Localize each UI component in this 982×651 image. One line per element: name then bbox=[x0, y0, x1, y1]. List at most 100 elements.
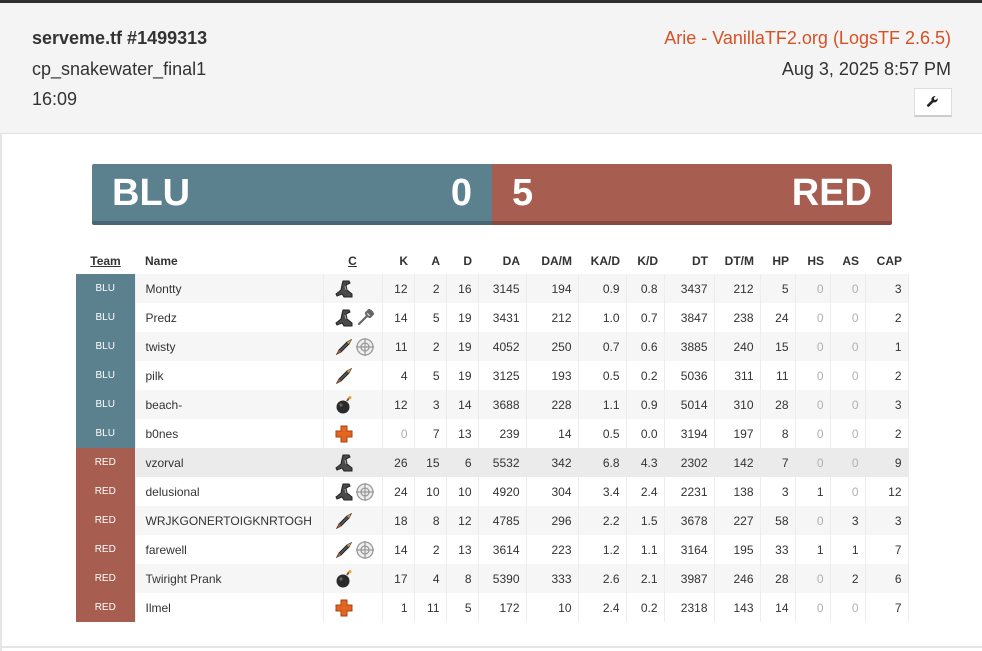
stat-hp: 7 bbox=[759, 448, 795, 477]
stat-kad: 0.5 bbox=[577, 419, 626, 448]
col-header-kad[interactable]: KA/D bbox=[578, 245, 626, 274]
stat-da: 172 bbox=[477, 593, 526, 622]
col-header-class[interactable]: C bbox=[323, 245, 382, 274]
blu-team-label: BLU bbox=[112, 172, 191, 214]
stat-k: 0 bbox=[381, 419, 414, 448]
table-row: RED delusional 24 10 10 4920 304 3.4 2.4 2231 138 3… bbox=[76, 477, 909, 506]
stat-kd: 0.2 bbox=[625, 361, 664, 390]
stat-cap: 3 bbox=[864, 506, 909, 535]
stat-as: 3 bbox=[829, 506, 865, 535]
stat-kd: 0.8 bbox=[625, 274, 664, 303]
log-meta: Arie - VanillaTF2.org (LogsTF 2.6.5) Aug… bbox=[664, 27, 951, 80]
player-name[interactable]: Twiright Prank bbox=[134, 564, 323, 593]
col-header-airshots[interactable]: AS bbox=[830, 245, 865, 274]
scout-class-icon bbox=[334, 279, 354, 299]
col-header-headshots[interactable]: HS bbox=[795, 245, 830, 274]
stat-hs: 1 bbox=[794, 477, 830, 506]
player-classes bbox=[322, 274, 382, 303]
stat-d: 13 bbox=[445, 535, 478, 564]
stat-cap: 2 bbox=[864, 303, 909, 332]
stat-dam: 250 bbox=[525, 332, 578, 361]
stat-a: 7 bbox=[413, 419, 446, 448]
col-header-kills[interactable]: K bbox=[382, 245, 414, 274]
red-score-panel: 5 RED bbox=[492, 164, 892, 225]
player-name[interactable]: twisty bbox=[134, 332, 323, 361]
stat-k: 11 bbox=[381, 332, 414, 361]
player-classes bbox=[322, 506, 382, 535]
table-row: RED Twiright Prank 17 4 8 5390 333 2.6 2.1 3987 24… bbox=[76, 564, 909, 593]
table-row: BLU pilk 4 5 19 3125 193 0.5 0.2 5036 311 11 0 0 2 bbox=[76, 361, 909, 390]
col-header-name[interactable]: Name bbox=[135, 245, 323, 274]
stat-k: 14 bbox=[381, 535, 414, 564]
col-header-dt-per-min[interactable]: DT/M bbox=[714, 245, 760, 274]
stat-a: 2 bbox=[413, 332, 446, 361]
stat-a: 4 bbox=[413, 564, 446, 593]
player-name[interactable]: delusional bbox=[134, 477, 323, 506]
col-header-damage-taken[interactable]: DT bbox=[664, 245, 714, 274]
stat-cap: 1 bbox=[864, 332, 909, 361]
stat-kad: 3.4 bbox=[577, 477, 626, 506]
player-name[interactable]: farewell bbox=[134, 535, 323, 564]
table-row: RED farewell 14 2 13 3614 223 1.2 1.1 3164 195 33 1 1… bbox=[76, 535, 909, 564]
stat-dtm: 142 bbox=[713, 448, 760, 477]
col-header-deaths[interactable]: D bbox=[446, 245, 478, 274]
stat-kad: 1.0 bbox=[577, 303, 626, 332]
col-header-team[interactable]: Team bbox=[76, 245, 135, 274]
stat-kd: 0.0 bbox=[625, 419, 664, 448]
player-name[interactable]: Ilmel bbox=[134, 593, 323, 622]
scoreboard: BLU 0 5 RED bbox=[92, 164, 892, 225]
log-date: Aug 3, 2025 8:57 PM bbox=[781, 59, 951, 79]
stat-hp: 5 bbox=[759, 274, 795, 303]
col-header-assists[interactable]: A bbox=[414, 245, 446, 274]
player-name[interactable]: pilk bbox=[134, 361, 323, 390]
stat-da: 3614 bbox=[477, 535, 526, 564]
stat-da: 3431 bbox=[477, 303, 526, 332]
player-name[interactable]: Predz bbox=[134, 303, 323, 332]
soldier-class-icon bbox=[334, 511, 354, 531]
stat-dam: 10 bbox=[525, 593, 578, 622]
stat-k: 1 bbox=[381, 593, 414, 622]
player-classes bbox=[322, 419, 382, 448]
col-header-damage[interactable]: DA bbox=[478, 245, 526, 274]
player-name[interactable]: WRJKGONERTOIGKNRTOGH bbox=[134, 506, 323, 535]
stat-cap: 9 bbox=[864, 448, 909, 477]
stat-k: 14 bbox=[381, 303, 414, 332]
stat-dam: 193 bbox=[525, 361, 578, 390]
col-header-health[interactable]: HP bbox=[760, 245, 795, 274]
player-classes bbox=[322, 564, 382, 593]
stat-da: 4920 bbox=[477, 477, 526, 506]
stat-cap: 7 bbox=[864, 593, 909, 622]
stat-d: 16 bbox=[445, 274, 478, 303]
col-header-kd[interactable]: K/D bbox=[626, 245, 664, 274]
player-name[interactable]: vzorval bbox=[134, 448, 323, 477]
player-classes bbox=[322, 303, 382, 332]
stat-cap: 7 bbox=[864, 535, 909, 564]
player-name[interactable]: b0nes bbox=[134, 419, 323, 448]
medic-class-icon bbox=[334, 598, 354, 618]
player-name[interactable]: beach- bbox=[134, 390, 323, 419]
stat-hp: 3 bbox=[759, 477, 795, 506]
stat-da: 4785 bbox=[477, 506, 526, 535]
stat-kd: 0.7 bbox=[625, 303, 664, 332]
stat-dam: 228 bbox=[525, 390, 578, 419]
col-header-damage-per-min[interactable]: DA/M bbox=[526, 245, 578, 274]
team-badge: BLU bbox=[76, 419, 135, 448]
tools-button[interactable] bbox=[914, 88, 952, 117]
team-badge: RED bbox=[76, 564, 135, 593]
team-badge: BLU bbox=[76, 332, 135, 361]
stat-cap: 2 bbox=[864, 361, 909, 390]
stat-a: 2 bbox=[413, 535, 446, 564]
player-name[interactable]: Montty bbox=[134, 274, 323, 303]
stat-as: 0 bbox=[829, 419, 865, 448]
player-classes bbox=[322, 332, 382, 361]
table-row: BLU Montty 12 2 16 3145 194 0.9 0.8 3437 212 5 0 0 3 bbox=[76, 274, 909, 303]
soldier-class-icon bbox=[334, 337, 354, 357]
player-classes bbox=[322, 477, 382, 506]
match-duration: 16:09 bbox=[32, 89, 78, 109]
stat-a: 15 bbox=[413, 448, 446, 477]
uploader-link[interactable]: Arie - VanillaTF2.org (LogsTF 2.6.5) bbox=[664, 27, 951, 49]
stat-dam: 212 bbox=[525, 303, 578, 332]
stat-dtm: 227 bbox=[713, 506, 760, 535]
player-classes bbox=[322, 390, 382, 419]
col-header-captures[interactable]: CAP bbox=[865, 245, 908, 274]
